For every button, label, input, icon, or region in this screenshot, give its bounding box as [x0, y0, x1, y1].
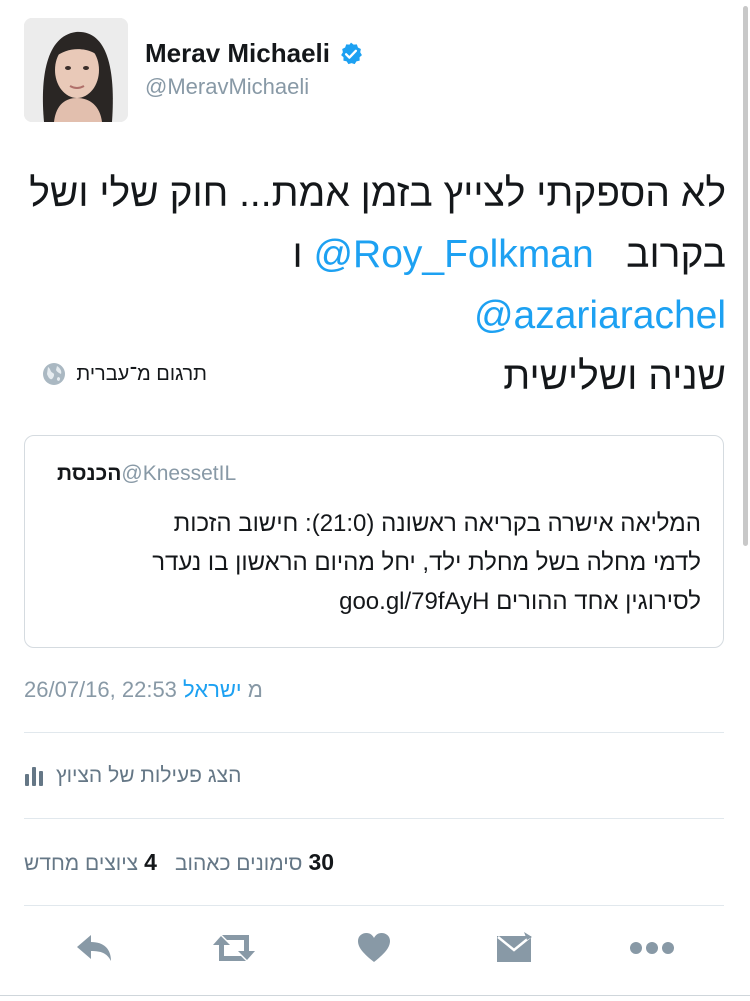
quoted-tweet-card[interactable]: הכנסת @KnessetIL המליאה אישרה בקריאה ראש…: [24, 435, 724, 648]
quoted-text-line-2: לדמי מחלה בשל מחלת ילד, יחל מהיום הראשון…: [152, 549, 701, 576]
retweets-count[interactable]: 4: [144, 849, 157, 876]
more-dots-icon: [629, 941, 675, 960]
retweets-label[interactable]: ציוצים מחדש: [24, 852, 138, 876]
tweet-line-2-text: בקרוב: [626, 233, 726, 276]
mention-azariarachel[interactable]: @azariarachel: [474, 294, 726, 337]
tweet-meta: 26/07/16, 22:53 מ ישראל: [24, 677, 263, 703]
envelope-icon: [494, 931, 534, 970]
divider: [24, 818, 724, 819]
translate-label: תרגום מ־עברית: [76, 362, 207, 385]
view-tweet-activity-label: הצג פעילות של הציוץ: [56, 764, 242, 787]
author-handle[interactable]: @MeravMichaeli: [145, 74, 309, 100]
quoted-tweet-header: הכנסת @KnessetIL: [49, 462, 236, 486]
quoted-text-line-1: המליאה אישרה בקריאה ראשונה (21:0): חישוב…: [173, 510, 701, 537]
tweet-line-2: בקרוב @Roy_Folkman ו @azariarachel: [26, 224, 726, 346]
direct-message-button[interactable]: [492, 930, 536, 970]
tweet-actions-bar: [0, 930, 750, 970]
tweet-line-1: לא הספקתי לצייץ בזמן אמת... חוק שלי ושל: [29, 172, 726, 215]
tweet-timestamp: 26/07/16, 22:53: [24, 677, 177, 702]
globe-icon: [42, 362, 66, 386]
bottom-border: [0, 995, 750, 996]
reply-icon: [74, 932, 114, 969]
meta-from-word: מ: [247, 677, 263, 702]
divider: [24, 905, 724, 906]
quoted-tweet-handle: @KnessetIL: [121, 462, 237, 485]
quoted-tweet-text: המליאה אישרה בקריאה ראשונה (21:0): חישוב…: [51, 504, 701, 621]
retweet-button[interactable]: [212, 930, 256, 970]
reply-button[interactable]: [72, 930, 116, 970]
like-button[interactable]: [352, 930, 396, 970]
scrollbar[interactable]: [743, 6, 748, 546]
tweet-source-link[interactable]: ישראל: [183, 677, 242, 702]
author-avatar[interactable]: [24, 18, 128, 122]
author-name[interactable]: Merav Michaeli: [145, 38, 364, 69]
bar-chart-icon: [24, 765, 44, 787]
translate-link[interactable]: תרגום מ־עברית: [42, 362, 207, 386]
author-name-text: Merav Michaeli: [145, 38, 330, 68]
view-tweet-activity-link[interactable]: הצג פעילות של הציוץ: [24, 764, 241, 788]
quoted-tweet-name: הכנסת: [57, 462, 122, 485]
mention-roy-folkman[interactable]: @Roy_Folkman: [313, 233, 593, 276]
likes-label[interactable]: סימונים כאהוב: [175, 852, 303, 876]
likes-count[interactable]: 30: [308, 849, 334, 876]
heart-icon: [357, 932, 391, 969]
retweet-icon: [211, 932, 257, 969]
tweet-connector: ו: [292, 233, 303, 276]
more-button[interactable]: [630, 930, 674, 970]
verified-badge-icon: [338, 41, 364, 67]
tweet-stats: ציוצים מחדש 4 סימונים כאהוב 30: [24, 849, 334, 876]
quoted-text-line-3: לסירוגין אחד ההורים goo.gl/79fAyH: [339, 588, 701, 615]
divider: [24, 732, 724, 733]
